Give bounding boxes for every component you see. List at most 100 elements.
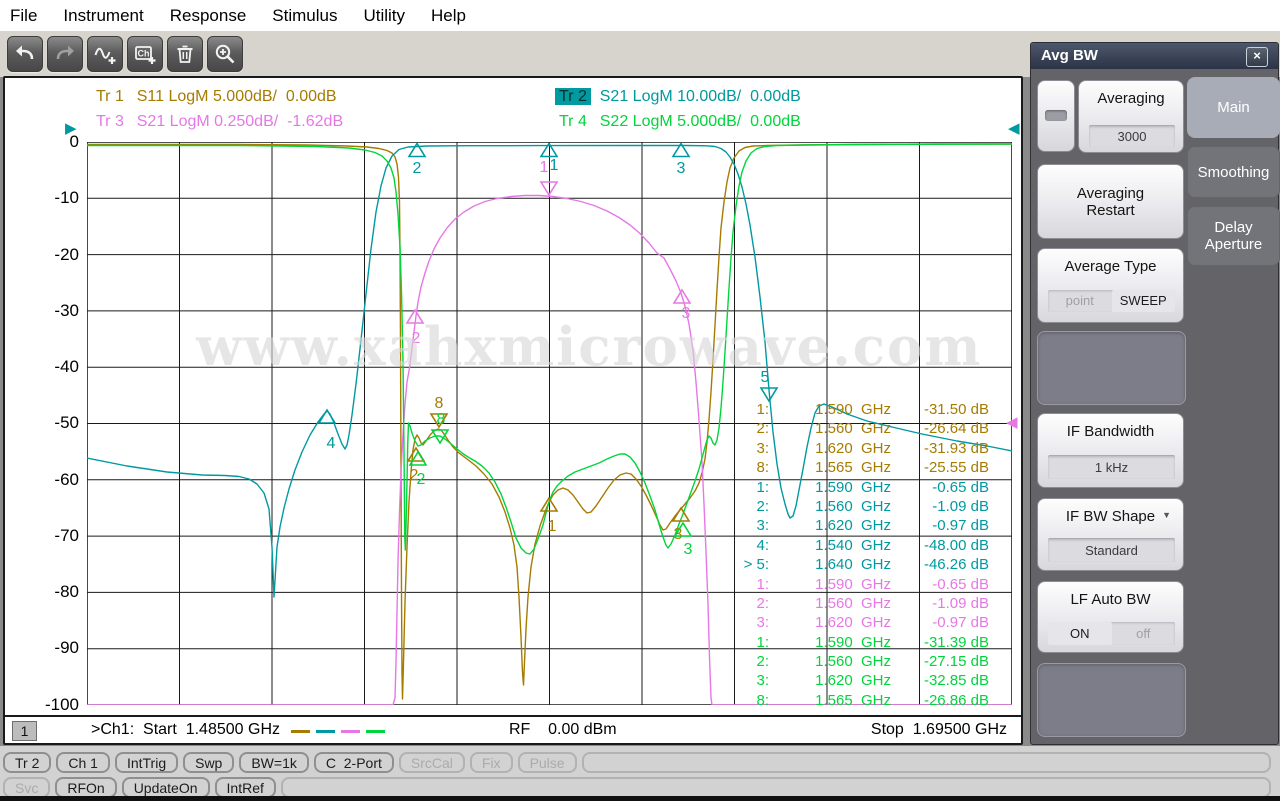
status-swp[interactable]: Swp [183, 752, 234, 773]
status-bw-1k[interactable]: BW=1k [239, 752, 309, 773]
marker-value: -31.50 dB [891, 400, 989, 419]
menu-instrument[interactable]: Instrument [63, 6, 143, 26]
marker-5-label: 5 [761, 369, 770, 386]
marker-readout-row: 1:1.590 GHz-31.39 dB [739, 633, 989, 652]
marker-readout-row: 1:1.590 GHz-0.65 dB [739, 575, 989, 594]
add-trace-button[interactable] [87, 36, 123, 72]
channel-number-badge[interactable]: 1 [12, 721, 37, 741]
if-bandwidth-label: IF Bandwidth [1038, 423, 1183, 440]
trace-label-tr4[interactable]: Tr 4 S22 LogM 5.000dB/ 0.00dB [555, 113, 801, 131]
if-bw-shape-value-field[interactable]: Standard [1048, 538, 1175, 562]
average-type-label: Average Type [1038, 258, 1183, 275]
marker-number: > 5: [739, 555, 769, 574]
marker-2-glyph-teal[interactable] [409, 144, 425, 157]
tab-smoothing[interactable]: Smoothing [1187, 146, 1280, 198]
marker-frequency: 1.620 GHz [769, 671, 891, 690]
status-c-2-port[interactable]: C 2-Port [314, 752, 394, 773]
undo-button[interactable] [7, 36, 43, 72]
trace-tag[interactable]: Tr 1 [92, 88, 128, 105]
marker-3-label: 3 [674, 526, 683, 543]
trace-color-dash-teal [316, 730, 335, 733]
empty-slot-1 [1037, 331, 1186, 405]
average-type-point-option[interactable]: point [1048, 290, 1112, 312]
marker-frequency: 1.560 GHz [769, 497, 891, 516]
status-updateon[interactable]: UpdateOn [122, 777, 210, 798]
marker-value: -26.64 dB [891, 419, 989, 438]
trace-tag[interactable]: Tr 3 [92, 113, 128, 130]
if-bandwidth-value-field[interactable]: 1 kHz [1048, 455, 1175, 479]
averaging-toggle-button[interactable] [1037, 80, 1075, 152]
empty-slot-2 [1037, 663, 1186, 737]
trace-label-tr1[interactable]: Tr 1 S11 LogM 5.000dB/ 0.00dB [92, 88, 337, 106]
marker-frequency: 1.620 GHz [769, 613, 891, 632]
averaging-value-field[interactable]: 3000 [1089, 125, 1175, 147]
average-type-button[interactable]: Average Type point SWEEP [1037, 248, 1184, 323]
status-tr-2[interactable]: Tr 2 [3, 752, 51, 773]
averaging-button[interactable]: Averaging 3000 [1078, 80, 1184, 153]
menu-file[interactable]: File [10, 6, 37, 26]
menu-response[interactable]: Response [170, 6, 247, 26]
averaging-restart-button[interactable]: Averaging Restart [1037, 164, 1184, 239]
if-bw-shape-button[interactable]: IF BW Shape ▼ Standard [1037, 498, 1184, 571]
channel-start-frequency[interactable]: >Ch1: Start 1.48500 GHz [91, 721, 280, 739]
magnifier-icon [213, 42, 237, 66]
add-channel-button[interactable]: Ch [127, 36, 163, 72]
status-fix: Fix [470, 752, 513, 773]
close-icon[interactable]: × [1246, 47, 1268, 67]
vna-application: File Instrument Response Stimulus Utility Hel… [0, 0, 1280, 801]
marker-readout-row: 2:1.560 GHz-26.64 dB [739, 419, 989, 438]
marker-value: -1.09 dB [891, 497, 989, 516]
tr2-ref-level-arrow-icon[interactable]: ▶ [65, 122, 77, 136]
channel-stop-frequency[interactable]: Stop 1.69500 GHz [871, 721, 1007, 739]
average-type-segmented[interactable]: point SWEEP [1048, 290, 1175, 312]
marker-value: -25.55 dB [891, 458, 989, 477]
lf-auto-bw-segmented[interactable]: ON off [1048, 622, 1175, 645]
status-bar-area: Tr 2Ch 1IntTrigSwpBW=1kC 2-PortSrcCalFix… [0, 746, 1280, 796]
y-tick--30: -30 [9, 301, 79, 321]
marker-value: -0.97 dB [891, 516, 989, 535]
trace-tag[interactable]: Tr 2 [555, 88, 591, 105]
trace-label-tr2[interactable]: Tr 2 S21 LogM 10.00dB/ 0.00dB [555, 88, 801, 106]
marker-frequency: 1.620 GHz [769, 516, 891, 535]
marker-readout-row: 8:1.565 GHz-26.86 dB [739, 691, 989, 710]
panel-title[interactable]: Avg BW [1031, 43, 1278, 69]
marker-2-label: 2 [417, 471, 426, 488]
status-row-1: Tr 2Ch 1IntTrigSwpBW=1kC 2-PortSrcCalFix… [3, 752, 1277, 773]
trace-color-legend [291, 730, 391, 733]
menu-utility[interactable]: Utility [363, 6, 405, 26]
marker-readout-row: 3:1.620 GHz-31.93 dB [739, 439, 989, 458]
marker-number: 3: [739, 439, 769, 458]
marker-readout-row: 3:1.620 GHz-0.97 dB [739, 516, 989, 535]
average-type-sweep-option[interactable]: SWEEP [1112, 290, 1176, 312]
status-rfon[interactable]: RFOn [55, 777, 116, 798]
marker-number: 2: [739, 594, 769, 613]
marker-8-label: 8 [435, 395, 444, 412]
menu-help[interactable]: Help [431, 6, 466, 26]
lf-auto-bw-button[interactable]: LF Auto BW ON off [1037, 581, 1184, 653]
tab-main[interactable]: Main [1187, 77, 1280, 138]
lf-auto-bw-off-option[interactable]: off [1112, 622, 1176, 645]
tr2-ref-level-arrow-right-icon[interactable]: ◀ [1008, 122, 1020, 136]
menu-stimulus[interactable]: Stimulus [272, 6, 337, 26]
marker-readout-row: 3:1.620 GHz-32.85 dB [739, 671, 989, 690]
trace-label-tr3[interactable]: Tr 3 S21 LogM 0.250dB/ -1.62dB [92, 113, 343, 131]
zoom-button[interactable] [207, 36, 243, 72]
marker-readout-row: 3:1.620 GHz-0.97 dB [739, 613, 989, 632]
status-inttrig[interactable]: IntTrig [115, 752, 178, 773]
lf-auto-bw-label: LF Auto BW [1038, 591, 1183, 608]
if-bandwidth-button[interactable]: IF Bandwidth 1 kHz [1037, 413, 1184, 488]
lf-auto-bw-on-option[interactable]: ON [1048, 622, 1112, 645]
delete-button[interactable] [167, 36, 203, 72]
tr3-ref-level-arrow-icon[interactable]: ◀ [1006, 416, 1018, 430]
marker-value: -26.86 dB [891, 691, 989, 710]
marker-frequency: 1.640 GHz [769, 555, 891, 574]
marker-frequency: 1.590 GHz [769, 575, 891, 594]
status-intref[interactable]: IntRef [215, 777, 276, 798]
trace-tag[interactable]: Tr 4 [555, 113, 591, 130]
marker-readout-row: 2:1.560 GHz-1.09 dB [739, 594, 989, 613]
y-tick--40: -40 [9, 357, 79, 377]
tab-delay-aperture[interactable]: Delay Aperture [1187, 206, 1280, 266]
y-tick--70: -70 [9, 526, 79, 546]
status-ch-1[interactable]: Ch 1 [56, 752, 110, 773]
rf-power-readout[interactable]: RF 0.00 dBm [509, 721, 617, 739]
